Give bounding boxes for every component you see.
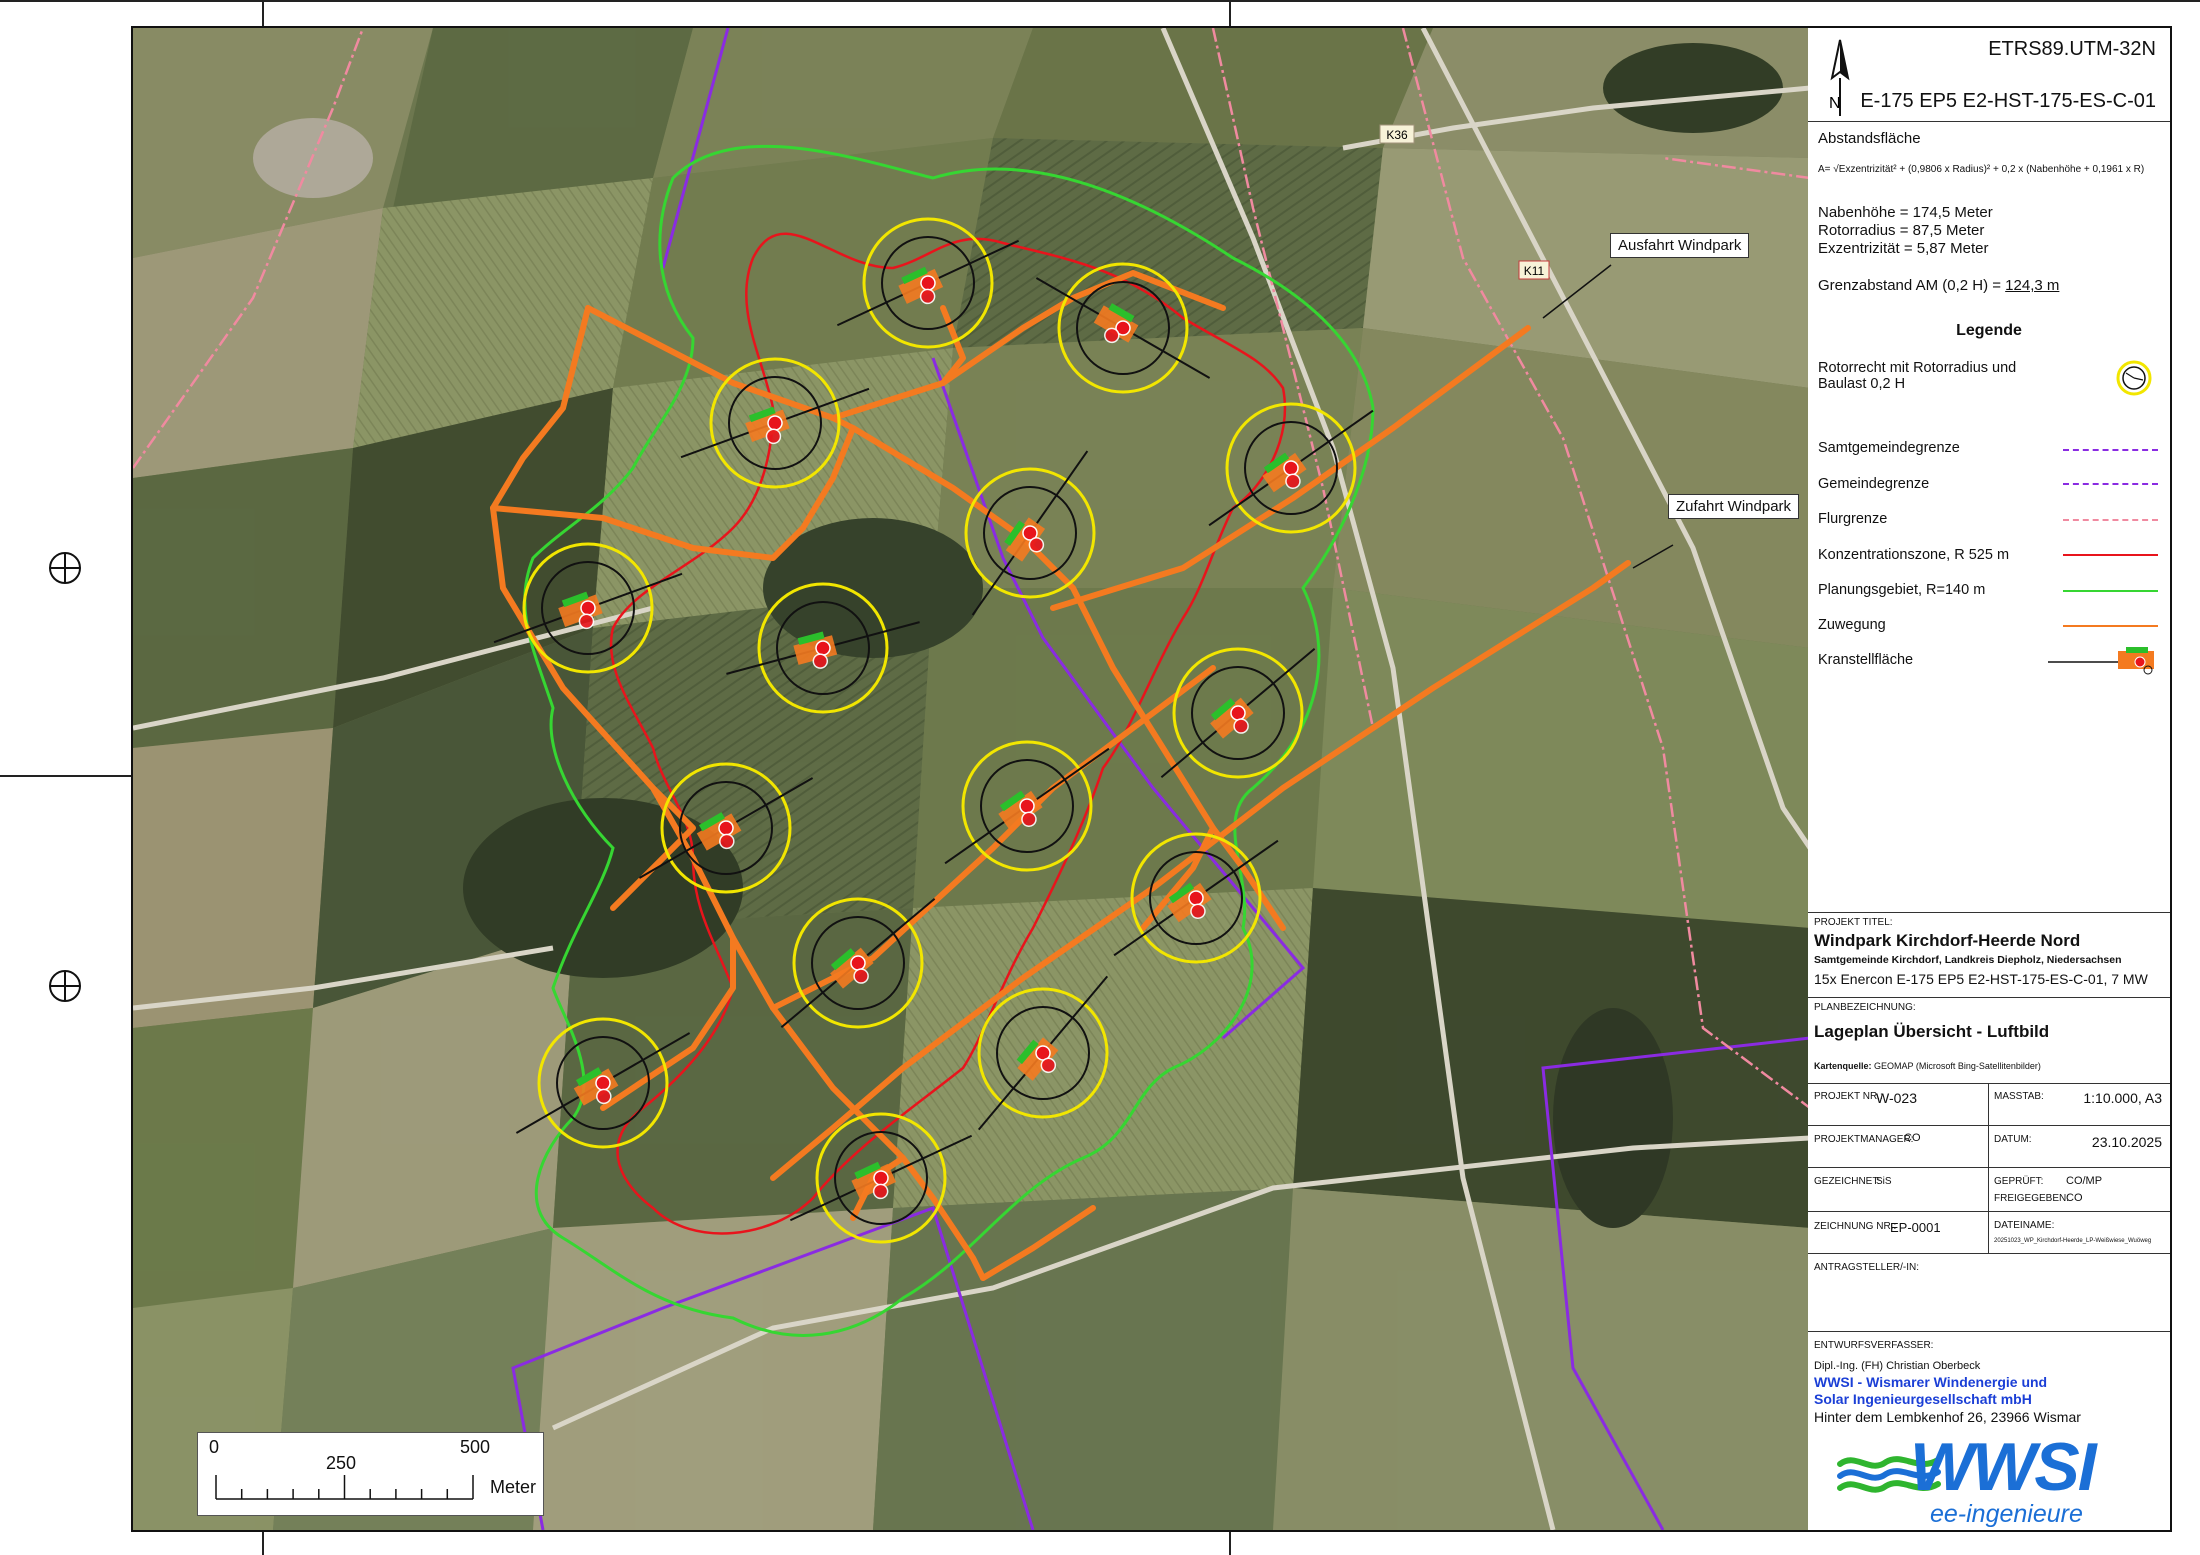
legend-label-rotor: Rotorrecht mit Rotorradius und Baulast 0…	[1818, 360, 2017, 392]
scale-value: 1:10.000, A3	[2083, 1090, 2162, 1106]
applicant-row: ANTRAGSTELLER/-IN:	[1808, 1253, 2170, 1332]
map-source-value: GEOMAP (Microsoft Bing-Satellitenbilder)	[1874, 1061, 2041, 1071]
project-location: Samtgemeinde Kirchdorf, Landkreis Diepho…	[1814, 954, 2122, 966]
legend-label-zuwegung: Zuwegung	[1818, 617, 1886, 633]
field-parcels	[133, 28, 1810, 1530]
limit-distance-value: 124,3 m	[2005, 277, 2060, 294]
checked-label: GEPRÜFT:	[1994, 1176, 2044, 1187]
author-company-2: Solar Ingenieurgesellschaft mbH	[1814, 1391, 2032, 1407]
north-arrow-icon: N	[1829, 39, 1850, 116]
filename-label: DATEINAME:	[1994, 1220, 2055, 1231]
legend-label-planungsgebiet: Planungsgebiet, R=140 m	[1818, 582, 1986, 598]
callout-ausfahrt-windpark: Ausfahrt Windpark	[1610, 233, 1750, 258]
date-label: DATUM:	[1994, 1134, 2032, 1145]
project-config: 15x Enercon E-175 EP5 E2-HST-175-ES-C-01…	[1814, 971, 2148, 987]
author-address: Hinter dem Lembkenhof 26, 23966 Wismar	[1814, 1409, 2081, 1425]
drawing-nr: EP-0001	[1890, 1220, 1941, 1235]
drawn-row: GEZEICHNET: SiS GEPRÜFT: CO/MP FREIGEGEB…	[1808, 1167, 2170, 1212]
sheet-fold-line	[0, 775, 131, 777]
wwsi-logo-wordmark: WWSI	[1910, 1429, 2097, 1505]
legend-label-samtgemeinde: Samtgemeindegrenze	[1818, 440, 1960, 456]
sheet-fold-line	[262, 0, 264, 26]
checked: CO/MP	[2066, 1175, 2103, 1187]
rotor-radius: Rotorradius = 87,5 Meter	[1818, 222, 1985, 239]
legend-label-gemeinde: Gemeindegrenze	[1818, 476, 1930, 492]
legend-line-samtgemeinde	[2063, 449, 2158, 451]
sheet-fold-line	[262, 1528, 264, 1555]
crs-label: ETRS89.UTM-32N	[1988, 38, 2156, 60]
svg-text:K11: K11	[1524, 264, 1545, 278]
date-value: 23.10.2025	[2091, 1134, 2162, 1150]
legend-label-flurgrenze: Flurgrenze	[1818, 511, 1888, 527]
filename: 20251023_WP_Kirchdorf-Heerde_LP-Weißwies…	[1994, 1238, 2152, 1244]
applicant-label: ANTRAGSTELLER/-IN:	[1814, 1262, 1920, 1273]
drawn: SiS	[1876, 1176, 1892, 1187]
map-source-label: Kartenquelle:	[1814, 1061, 1872, 1071]
registration-mark-icon	[49, 552, 81, 584]
project-nr: W-023	[1876, 1090, 1917, 1106]
author-person: Dipl.-Ing. (FH) Christian Oberbeck	[1814, 1360, 1981, 1372]
project-title-label: PROJEKT TITEL:	[1814, 917, 1893, 928]
author-block: ENTWURFSVERFASSER: Dipl.-Ing. (FH) Chris…	[1808, 1331, 2170, 1531]
map-canvas[interactable]: K36 K11	[133, 28, 1810, 1530]
legend-title-block: N ETRS89.UTM-32N E-175 EP5 E2-HST-175-ES…	[1808, 26, 2172, 1532]
eccentricity: Exzentrizität = 5,87 Meter	[1818, 240, 1989, 257]
scale-label: MASSTAB:	[1994, 1091, 2044, 1102]
legend-line-konzentrationszone	[2063, 554, 2158, 556]
legend-label-kranstellflaeche: Kranstellfläche	[1818, 652, 1914, 668]
plan-name: Lageplan Übersicht - Luftbild	[1814, 1022, 2050, 1041]
aerial-map[interactable]: K36 K11 Ausfahrt Windpark Zufahrt Windpa…	[131, 26, 1812, 1532]
wwsi-logo-subtitle: ee-ingenieure	[1930, 1500, 2083, 1528]
legend-label-konzentrationszone: Konzentrationszone, R 525 m	[1818, 547, 2010, 563]
drawing-nr-label: ZEICHNUNG NR.:	[1814, 1221, 1897, 1232]
plan-name-block: PLANBEZEICHNUNG: Lageplan Übersicht - Lu…	[1808, 997, 2170, 1080]
author-label: ENTWURFSVERFASSER:	[1814, 1340, 1934, 1351]
legend-title: Legende	[1956, 322, 2022, 339]
limit-distance: Grenzabstand AM (0,2 H) = 124,3 m	[1818, 277, 2059, 294]
drawing-nr-row: ZEICHNUNG NR.: EP-0001 DATEINAME: 202510…	[1808, 1211, 2170, 1254]
project-name: Windpark Kirchdorf-Heerde Nord	[1814, 931, 2081, 950]
manager-label: PROJEKTMANAGER:	[1814, 1134, 1914, 1145]
released: CO	[2066, 1192, 2083, 1204]
crane-pad-icon	[2048, 647, 2154, 675]
project-nr-row: PROJEKT NR.: W-023 MASSTAB: 1:10.000, A3	[1808, 1083, 2170, 1126]
map-source: Kartenquelle: GEOMAP (Microsoft Bing-Sat…	[1814, 1061, 2041, 1071]
legend-line-planungsgebiet	[2063, 590, 2158, 592]
registration-mark-icon	[49, 970, 81, 1002]
author-company-1: WWSI - Wismarer Windenergie und	[1814, 1374, 2048, 1390]
manager: CO	[1904, 1132, 1921, 1144]
distance-heading: Abstandsfläche	[1818, 130, 1921, 147]
road-label-k36: K36	[1379, 124, 1415, 144]
legend-line-flurgrenze	[2063, 519, 2158, 521]
sheet-fold-line	[1229, 0, 1231, 26]
plan-label: PLANBEZEICHNUNG:	[1814, 1002, 1916, 1013]
released-label: FREIGEGEBEN:	[1994, 1193, 2070, 1204]
sheet-fold-line	[1229, 1528, 1231, 1555]
limit-distance-label: Grenzabstand AM (0,2 H) =	[1818, 277, 2006, 294]
hub-height: Nabenhöhe = 174,5 Meter	[1818, 204, 1993, 221]
distance-formula: A= √Exzentrizität² + (0,9806 x Radius)² …	[1818, 164, 2145, 175]
svg-text:N: N	[1829, 95, 1841, 112]
sheet-border-line	[0, 0, 2200, 2]
manager-row: PROJEKTMANAGER: CO DATUM: 23.10.2025	[1808, 1125, 2170, 1168]
turbine-type-label: E-175 EP5 E2-HST-175-ES-C-01	[1860, 90, 2156, 112]
project-nr-label: PROJEKT NR.:	[1814, 1091, 1883, 1102]
rotor-circle-icon	[2116, 360, 2152, 396]
callout-zufahrt-windpark: Zufahrt Windpark	[1668, 494, 1800, 519]
scale-bar: 0 250 500 Meter	[197, 1432, 544, 1516]
legend-line-gemeinde	[2063, 483, 2158, 485]
drawn-label: GEZEICHNET:	[1814, 1176, 1881, 1187]
svg-text:K36: K36	[1386, 128, 1408, 142]
distance-section: Abstandsfläche A= √Exzentrizität² + (0,9…	[1808, 121, 2170, 940]
road-label-k11: K11	[1518, 260, 1550, 280]
legend-line-zuwegung	[2063, 625, 2158, 627]
